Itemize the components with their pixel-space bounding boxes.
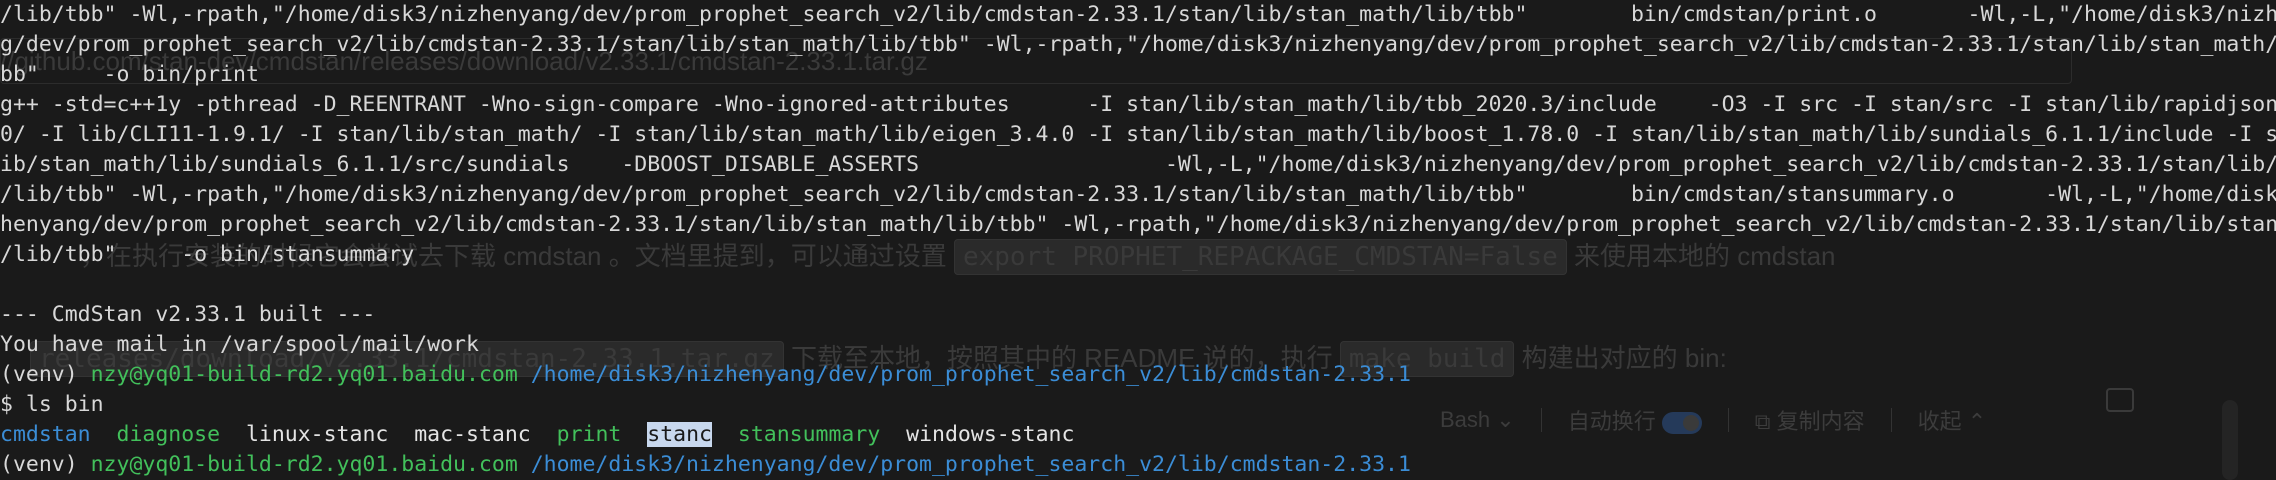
- terminal-line: ib/stan_math/lib/sundials_6.1.1/src/sund…: [0, 152, 2276, 177]
- ls-entry-stanc: stanc: [647, 422, 712, 447]
- terminal-line: /lib/tbb" -Wl,-rpath,"/home/disk3/nizhen…: [0, 2, 2276, 27]
- terminal-line: /lib/tbb" -o bin/stansummary: [0, 242, 415, 267]
- ls-entry-stansummary: stansummary: [737, 422, 881, 447]
- venv-indicator: (venv): [0, 452, 91, 477]
- terminal-line: g/dev/prom_prophet_search_v2/lib/cmdstan…: [0, 32, 2276, 57]
- shell-prompt: (venv) nzy@yq01-build-rd2.yq01.baidu.com…: [0, 450, 2276, 480]
- ls-entry-cmdstan: cmdstan: [0, 422, 91, 447]
- prompt-path: /home/disk3/nizhenyang/dev/prom_prophet_…: [517, 362, 1411, 387]
- terminal-line: bb" -o bin/print: [0, 62, 259, 87]
- prompt-host: nzy@yq01-build-rd2.yq01.baidu.com: [90, 362, 518, 387]
- terminal-window[interactable]: /lib/tbb" -Wl,-rpath,"/home/disk3/nizhen…: [0, 0, 2276, 480]
- shell-prompt: (venv) nzy@yq01-build-rd2.yq01.baidu.com…: [0, 360, 2276, 390]
- venv-indicator: (venv): [0, 362, 91, 387]
- build-status-line: --- CmdStan v2.33.1 built ---: [0, 302, 376, 327]
- mail-notice-line: You have mail in /var/spool/mail/work: [0, 332, 479, 357]
- ls-entry-linux-stanc: linux-stanc: [245, 422, 389, 447]
- terminal-line: g++ -std=c++1y -pthread -D_REENTRANT -Wn…: [0, 92, 2276, 117]
- terminal-line: 0/ -I lib/CLI11-1.9.1/ -I stan/lib/stan_…: [0, 122, 2276, 147]
- ls-output: cmdstan diagnose linux-stanc mac-stanc p…: [0, 420, 2276, 450]
- prompt-path: /home/disk3/nizhenyang/dev/prom_prophet_…: [517, 452, 1411, 477]
- ls-entry-mac-stanc: mac-stanc: [414, 422, 531, 447]
- prompt-host: nzy@yq01-build-rd2.yq01.baidu.com: [90, 452, 518, 477]
- ls-entry-print: print: [556, 422, 622, 447]
- terminal-line: henyang/dev/prom_prophet_search_v2/lib/c…: [0, 212, 2276, 237]
- ls-entry-diagnose: diagnose: [116, 422, 221, 447]
- command-line: $ ls bin: [0, 392, 104, 417]
- ls-entry-windows-stanc: windows-stanc: [906, 422, 1075, 447]
- terminal-line: /lib/tbb" -Wl,-rpath,"/home/disk3/nizhen…: [0, 182, 2276, 207]
